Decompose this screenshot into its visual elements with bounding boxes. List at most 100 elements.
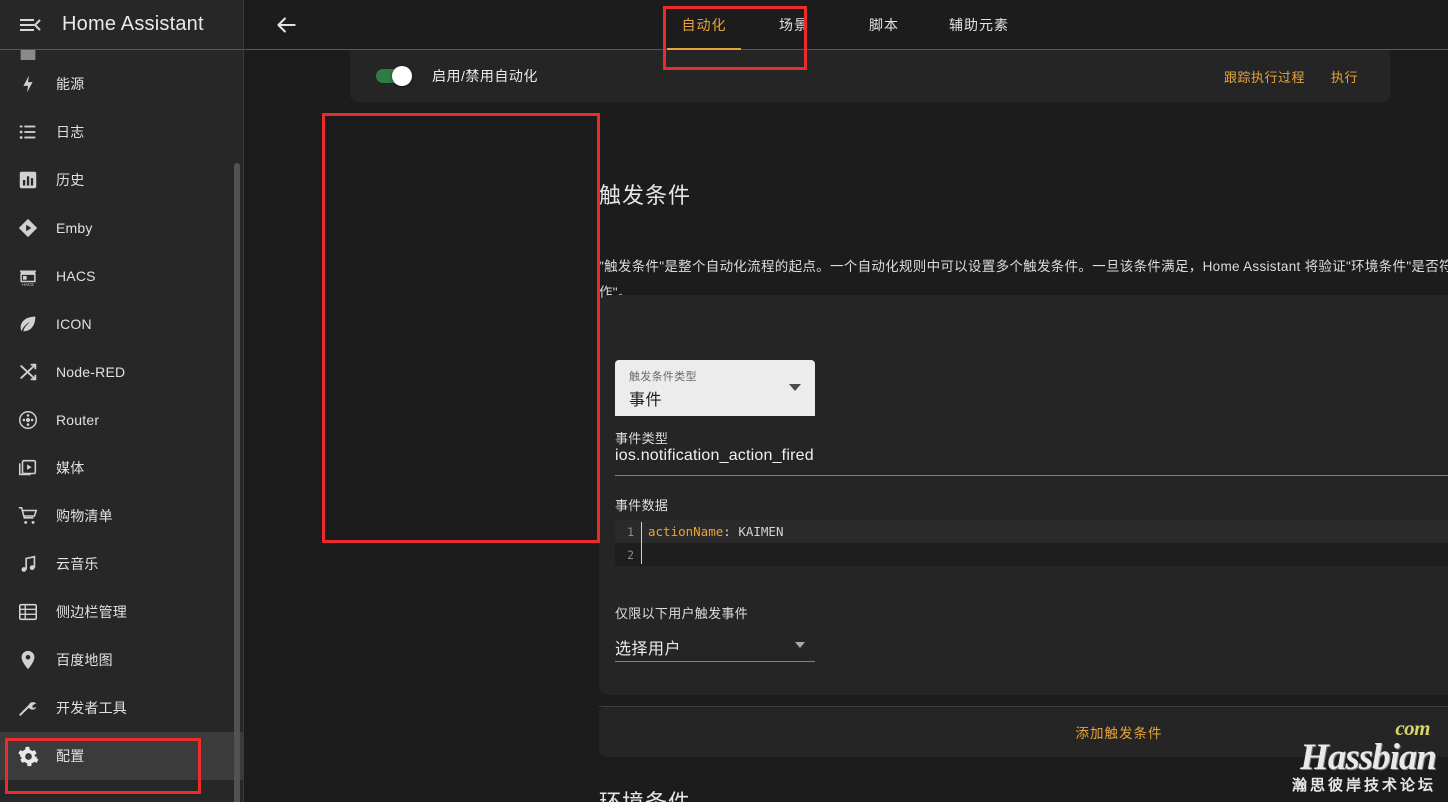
toggle-label: 启用/禁用自动化	[432, 68, 538, 84]
sidebar-item-label: HACS	[56, 268, 96, 284]
sidebar-item-label: 开发者工具	[56, 700, 127, 716]
sidebar-item-baidu-map[interactable]: 百度地图	[0, 636, 244, 684]
music-note-icon	[0, 540, 56, 588]
sidebar-title: Home Assistant	[62, 13, 204, 35]
trigger-type-value: 事件	[629, 392, 663, 409]
add-trigger-label: 添加触发条件	[1075, 726, 1163, 741]
sidebar-item-label: Emby	[56, 220, 93, 236]
code-token-key: actionName	[648, 524, 724, 539]
play-box-multiple-icon	[0, 444, 56, 492]
svg-text:HACS: HACS	[22, 282, 34, 287]
tab-script[interactable]: 脚本	[839, 0, 929, 50]
arrow-left-icon[interactable]	[262, 1, 310, 49]
event-data-label: 事件数据	[615, 498, 669, 513]
main-area: 自动化 场景 脚本 辅助元素 启用/禁用自动化 跟踪执行过程 执行 触发条件 "…	[244, 0, 1448, 802]
hacs-store-icon: HACS	[0, 252, 56, 300]
sidebar-item-label: 购物清单	[56, 508, 113, 524]
sidebar-item-label: 媒体	[56, 460, 85, 476]
sidebar-item-partial-top[interactable]	[0, 50, 244, 60]
code-text: actionName: KAIMEN	[640, 524, 783, 539]
tab-automation[interactable]: 自动化	[659, 0, 749, 50]
sidebar-item-label: Router	[56, 412, 100, 428]
emby-diamond-icon	[0, 204, 56, 252]
cog-icon	[0, 732, 56, 780]
tab-label: 辅助元素	[949, 17, 1009, 33]
sidebar: Home Assistant 能源 日志 历史 Emby HACS HACS I…	[0, 0, 244, 802]
chart-box-icon	[0, 156, 56, 204]
app-root: Home Assistant 能源 日志 历史 Emby HACS HACS I…	[0, 0, 1448, 802]
sidebar-item-logbook[interactable]: 日志	[0, 108, 244, 156]
event-type-underline	[615, 475, 1448, 476]
sidebar-item-configuration[interactable]: 配置	[0, 732, 244, 780]
sidebar-item-media[interactable]: 媒体	[0, 444, 244, 492]
sidebar-item-hacs[interactable]: HACS HACS	[0, 252, 244, 300]
sidebar-item-label: ICON	[56, 316, 92, 332]
trigger-type-select[interactable]: 触发条件类型 事件	[615, 360, 815, 416]
sidebar-item-router[interactable]: Router	[0, 396, 244, 444]
sidebar-item-developer-tools[interactable]: 开发者工具	[0, 684, 244, 732]
sidebar-item-energy[interactable]: 能源	[0, 60, 244, 108]
sidebar-item-node-red[interactable]: Node-RED	[0, 348, 244, 396]
sidebar-scroll-area[interactable]: 能源 日志 历史 Emby HACS HACS ICON Node-RED Ro…	[0, 50, 244, 802]
hamburger-collapse-icon[interactable]	[8, 3, 52, 47]
code-line[interactable]: 2	[615, 543, 1448, 566]
line-number: 2	[627, 547, 634, 562]
sidebar-item-shopping-list[interactable]: 购物清单	[0, 492, 244, 540]
tab-helpers[interactable]: 辅助元素	[929, 0, 1029, 50]
sidebar-item-label: 侧边栏管理	[56, 604, 127, 620]
trigger-type-label: 触发条件类型	[629, 371, 697, 383]
content-scroll[interactable]: 启用/禁用自动化 跟踪执行过程 执行 触发条件 "触发条件"是整个自动化流程的起…	[244, 50, 1448, 802]
event-type-label: 事件类型	[615, 431, 669, 446]
sidebar-item-label: 能源	[56, 76, 85, 92]
shuffle-variant-icon	[0, 348, 56, 396]
user-select-field[interactable]: 选择用户	[615, 635, 815, 662]
code-token-rest: : KAIMEN	[723, 524, 784, 539]
user-select-underline	[615, 661, 815, 662]
sidebar-item-emby[interactable]: Emby	[0, 204, 244, 252]
run-automation-link[interactable]: 执行	[1331, 67, 1358, 86]
tab-label: 场景	[779, 17, 809, 33]
hammer-wrench-icon	[0, 684, 56, 732]
trigger-card: 触发条件类型 事件 事件类型 ios.notification_action_f…	[599, 295, 1448, 695]
user-select-placeholder: 选择用户	[615, 641, 682, 658]
sidebar-item-label: 云音乐	[56, 556, 99, 572]
code-caret	[641, 522, 642, 564]
tab-label: 脚本	[869, 17, 899, 33]
add-trigger-button[interactable]: 添加触发条件	[599, 707, 1448, 757]
sidebar-scrollbar-thumb[interactable]	[234, 163, 240, 802]
line-number: 1	[627, 524, 634, 539]
enable-automation-toggle[interactable]	[376, 66, 416, 86]
tab-scene[interactable]: 场景	[749, 0, 839, 50]
sidebar-item-label: 百度地图	[56, 652, 113, 668]
toggle-knob	[392, 66, 412, 86]
map-marker-icon	[0, 636, 56, 684]
sidebar-header: Home Assistant	[0, 0, 244, 50]
automation-toolbar-card: 启用/禁用自动化 跟踪执行过程 执行	[350, 50, 1390, 102]
event-type-value[interactable]: ios.notification_action_fired	[615, 447, 814, 465]
trace-execution-link[interactable]: 跟踪执行过程	[1224, 67, 1305, 86]
watermark-sub: 瀚思彼岸技术论坛	[1291, 777, 1436, 794]
sidebar-item-cloud-music[interactable]: 云音乐	[0, 540, 244, 588]
chevron-down-icon[interactable]	[795, 642, 805, 648]
user-filter-label: 仅限以下用户触发事件	[615, 606, 749, 621]
toolbar-actions: 跟踪执行过程 执行	[1224, 67, 1390, 86]
sidebar-scrollbar-track[interactable]	[234, 105, 242, 802]
sidebar-item-history[interactable]: 历史	[0, 156, 244, 204]
leaf-icon	[0, 300, 56, 348]
chevron-down-icon[interactable]	[789, 384, 801, 391]
sidebar-item-icon[interactable]: ICON	[0, 300, 244, 348]
code-line[interactable]: 1 actionName: KAIMEN	[615, 520, 1448, 543]
trigger-section-title: 触发条件	[599, 183, 692, 208]
sidebar-item-sidebar-manage[interactable]: 侧边栏管理	[0, 588, 244, 636]
topbar: 自动化 场景 脚本 辅助元素	[244, 0, 1448, 50]
sidebar-item-label: Node-RED	[56, 364, 126, 380]
partial-icon	[0, 50, 56, 60]
tab-bar: 自动化 场景 脚本 辅助元素	[659, 0, 1029, 50]
table-list-icon	[0, 588, 56, 636]
sidebar-item-label: 日志	[56, 124, 85, 140]
lightning-bolt-icon	[0, 60, 56, 108]
cart-icon	[0, 492, 56, 540]
router-network-icon	[0, 396, 56, 444]
sidebar-item-label: 历史	[56, 172, 85, 188]
event-data-code-editor[interactable]: 1 actionName: KAIMEN 2	[615, 520, 1448, 566]
